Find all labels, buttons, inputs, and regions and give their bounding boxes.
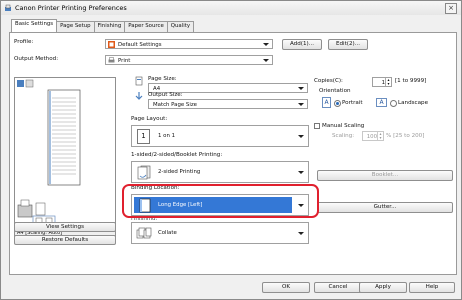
output-method-value: Print (118, 57, 131, 64)
scaling-spinner[interactable]: ▴ ▾ (377, 132, 383, 140)
portrait-icon: A (322, 97, 331, 108)
chevron-down-icon (298, 135, 304, 138)
add-profile-button[interactable]: Add(1)... (282, 39, 322, 50)
landscape-label: Landscape (398, 100, 429, 106)
copies-range: [1 to 9999] (395, 78, 427, 84)
printing-mode-label: 1-sided/2-sided/Booklet Printing: (131, 152, 223, 158)
manual-scaling-label: Manual Scaling (322, 123, 365, 129)
edit-profile-button[interactable]: Edit(2)... (328, 39, 368, 50)
tab-basic-settings[interactable]: Basic Settings (11, 19, 58, 32)
profile-value: Default Settings (118, 41, 162, 48)
manual-scaling-checkbox[interactable] (314, 123, 320, 129)
tab-finishing[interactable]: Finishing (93, 21, 126, 32)
collate-select[interactable]: Collate (131, 222, 309, 244)
page-size-label: Page Size: (148, 76, 177, 82)
copies-label: Copies(C): (314, 78, 343, 84)
cancel-button[interactable]: Cancel (314, 282, 362, 293)
binding-location-highlight (122, 184, 319, 218)
page-size-icon (135, 76, 143, 86)
arrow-down-icon (135, 92, 143, 100)
scaling-range: % [25 to 200] (386, 133, 425, 139)
printing-mode-value: 2-sided Printing (158, 169, 201, 175)
portrait-label: Portrait (342, 100, 363, 106)
collate-value: Collate (158, 230, 177, 236)
profile-select[interactable]: Default Settings (105, 39, 273, 49)
gutter-button[interactable]: Gutter... (317, 202, 453, 213)
page-layout-label: Page Layout: (131, 116, 168, 122)
help-button[interactable]: Help (409, 282, 455, 293)
print-icon (108, 57, 115, 63)
portrait-radio[interactable] (334, 100, 341, 107)
scaling-input[interactable]: 100 ▴ ▾ (362, 131, 384, 141)
basic-settings-panel: Profile: Default Settings Add(1)... Edit… (9, 32, 457, 275)
chevron-down-icon (298, 171, 304, 174)
view-settings-button[interactable]: View Settings (14, 222, 116, 232)
page-size-value: A4 (153, 85, 161, 92)
preview-illustration (17, 79, 81, 227)
chevron-down-icon (298, 103, 304, 106)
profile-label: Profile: (14, 39, 34, 45)
printer-preferences-window: Canon Printer Printing Preferences × Bas… (0, 0, 462, 300)
page-layout-select[interactable]: 1 1 on 1 (131, 125, 309, 147)
printing-mode-select[interactable]: 2-sided Printing (131, 161, 309, 183)
tab-quality[interactable]: Quality (166, 21, 195, 32)
output-method-select[interactable]: Print (105, 55, 273, 65)
tab-strip: Basic Settings Page Setup Finishing Pape… (11, 19, 195, 32)
chevron-down-icon (298, 87, 304, 90)
profile-icon (108, 41, 115, 48)
restore-defaults-button[interactable]: Restore Defaults (14, 235, 116, 245)
booklet-button[interactable]: Booklet... (317, 170, 453, 181)
landscape-option[interactable]: A Landscape (376, 97, 436, 109)
page-layout-value: 1 on 1 (158, 133, 176, 139)
copies-spinner[interactable]: ▴ ▾ (385, 78, 391, 86)
chevron-down-icon (263, 43, 269, 46)
printer-app-icon (5, 4, 11, 11)
close-button[interactable]: × (445, 3, 457, 14)
output-method-label: Output Method: (14, 56, 59, 62)
two-sided-icon (137, 165, 151, 180)
orientation-label: Orientation (319, 88, 351, 94)
output-size-select[interactable]: Match Page Size (148, 99, 308, 109)
collate-icon (136, 227, 152, 239)
chevron-down-icon (298, 232, 304, 235)
copies-input[interactable]: 1 ▴ ▾ (372, 77, 392, 87)
scaling-label: Scaling: (332, 133, 355, 139)
landscape-radio[interactable] (390, 100, 397, 107)
apply-button[interactable]: Apply (359, 282, 407, 293)
print-preview (14, 77, 116, 234)
window-title: Canon Printer Printing Preferences (15, 4, 127, 12)
portrait-option[interactable]: A Portrait (322, 97, 374, 109)
output-size-label: Output Size: (148, 92, 183, 98)
tab-page-setup[interactable]: Page Setup (56, 21, 95, 32)
ok-button[interactable]: OK (262, 282, 310, 293)
title-bar: Canon Printer Printing Preferences × (1, 1, 461, 15)
landscape-icon: A (376, 98, 387, 107)
scaling-value: 100 (366, 133, 377, 140)
chevron-down-icon (263, 59, 269, 62)
tab-paper-source[interactable]: Paper Source (124, 21, 168, 32)
output-size-value: Match Page Size (153, 101, 197, 108)
page-layout-icon: 1 (137, 129, 150, 144)
